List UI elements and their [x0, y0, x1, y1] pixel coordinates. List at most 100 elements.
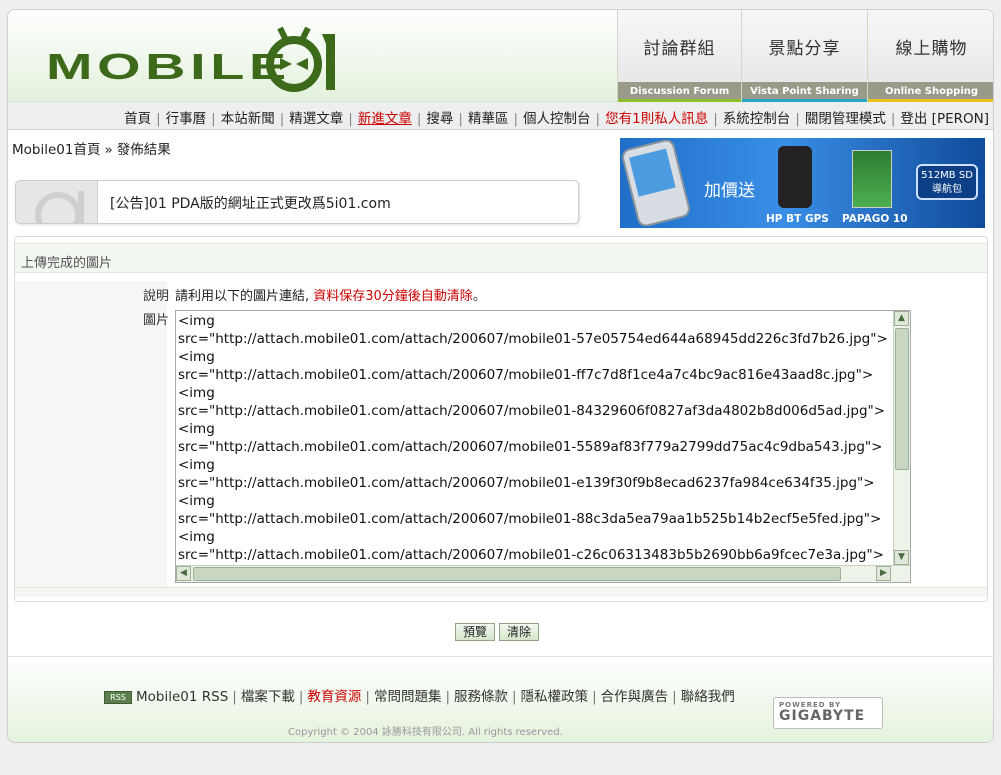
copyright-text: Copyright © 2004 詠勝科技有限公司. All rights re…: [288, 727, 563, 738]
footer-separator: |: [232, 689, 237, 705]
logo-text: MOBILE: [46, 46, 291, 87]
gigabyte-logo[interactable]: POWERED BY GIGABYTE: [773, 697, 883, 729]
gps-device-image: [778, 146, 812, 208]
textarea-line: src="http://attach.mobile01.com/attach/2…: [178, 403, 886, 419]
footer-separator: |: [592, 689, 597, 705]
preview-button[interactable]: 預覽: [455, 623, 496, 641]
menu-home[interactable]: 首頁: [124, 111, 151, 127]
menu-separator: |: [513, 111, 519, 127]
menu-separator: |: [890, 111, 896, 127]
tab-discussion-forum-label: 討論群組: [643, 39, 716, 59]
textarea-line: src="http://attach.mobile01.com/attach/2…: [178, 547, 884, 563]
textarea-line: <img: [178, 457, 215, 473]
textarea-content[interactable]: <img src="http://attach.mobile01.com/atta…: [176, 311, 894, 564]
footer-separator: |: [365, 689, 370, 705]
label-column: 說明 圖片: [15, 281, 169, 589]
scroll-right-icon[interactable]: ▶: [876, 566, 891, 581]
tab-online-shopping-label: 線上購物: [895, 39, 968, 59]
textarea-line: <img: [178, 529, 215, 545]
menu-separator: |: [595, 111, 601, 127]
image-links-textarea[interactable]: <img src="http://attach.mobile01.com/atta…: [175, 310, 911, 583]
textarea-line: <img: [178, 421, 215, 437]
menu-private-message[interactable]: 您有1則私人訊息: [605, 111, 708, 127]
menu-calendar[interactable]: 行事曆: [166, 111, 207, 127]
footer-separator: |: [672, 689, 677, 705]
menu-logout[interactable]: 登出 [PERON]: [900, 111, 989, 127]
textarea-line: src="http://attach.mobile01.com/attach/2…: [178, 511, 882, 527]
footer-privacy[interactable]: 隱私權政策: [521, 689, 589, 705]
horizontal-scroll-thumb[interactable]: [193, 567, 841, 581]
menu-system-panel[interactable]: 系統控制台: [723, 111, 791, 127]
breadcrumb-home[interactable]: Mobile01首頁: [12, 142, 100, 158]
panel-title: 上傳完成的圖片: [21, 256, 113, 271]
footer-rss[interactable]: Mobile01 RSS: [136, 689, 228, 705]
panel-footer: [15, 587, 987, 597]
textarea-line: src="http://attach.mobile01.com/attach/2…: [178, 331, 888, 347]
menu-news[interactable]: 本站新聞: [221, 111, 275, 127]
ad-papago-label: PAPAGO 10: [842, 213, 908, 225]
ad-gps-label: HP BT GPS: [766, 213, 829, 225]
breadcrumb-current: 發佈結果: [116, 142, 171, 158]
breadcrumb: Mobile01首頁» 發佈結果: [12, 138, 171, 158]
footer-ads[interactable]: 合作與廣告: [601, 689, 669, 705]
menu-separator: |: [416, 111, 422, 127]
menu-admin-mode[interactable]: 關閉管理模式: [805, 111, 886, 127]
menu-featured[interactable]: 精選文章: [289, 111, 343, 127]
scroll-down-icon[interactable]: ▼: [894, 550, 909, 565]
textarea-line: <img: [178, 493, 215, 509]
action-buttons: 預覽 清除: [455, 623, 543, 641]
gigabyte-text: GIGABYTE: [779, 708, 866, 724]
menu-new-posts[interactable]: 新進文章: [358, 111, 412, 127]
menu-search[interactable]: 搜尋: [426, 111, 453, 127]
footer-separator: |: [298, 689, 304, 705]
footer-faq[interactable]: 常問問題集: [374, 689, 442, 705]
textarea-line: <img: [178, 313, 215, 329]
horizontal-scrollbar[interactable]: ◀ ▶: [176, 565, 910, 582]
tab-discussion-forum[interactable]: 討論群組 Discussion Forum: [617, 10, 741, 102]
announcement-link[interactable]: [公告]01 PDA版的網址正式更改爲5i01.com: [110, 193, 391, 213]
footer-separator: |: [512, 689, 517, 705]
desc-warning: 資料保存30分鐘後自動清除: [313, 289, 473, 304]
menu-separator: |: [211, 111, 216, 127]
clear-button[interactable]: 清除: [499, 623, 540, 641]
scroll-left-icon[interactable]: ◀: [176, 566, 191, 581]
textarea-line: src="http://attach.mobile01.com/attach/2…: [178, 367, 874, 383]
vertical-scroll-thumb[interactable]: [895, 328, 909, 470]
desc-label: 說明: [142, 289, 169, 304]
papago-box-image: [852, 150, 892, 208]
ad-plus-text: 加價送: [704, 181, 755, 201]
footer-education[interactable]: 教育資源: [307, 689, 361, 705]
description-text: 請利用以下的圖片連結, 資料保存30分鐘後自動清除。: [175, 285, 486, 304]
footer-contact[interactable]: 聯絡我們: [681, 689, 735, 705]
logo-emblem-icon: [266, 26, 335, 92]
textarea-line: src="http://attach.mobile01.com/attach/2…: [178, 475, 875, 491]
breadcrumb-separator: »: [104, 142, 113, 158]
tab-online-shopping[interactable]: 線上購物 Online Shopping: [867, 10, 993, 102]
menu-separator: |: [795, 111, 800, 127]
textarea-line: src="http://attach.mobile01.com/attach/2…: [178, 439, 883, 455]
mobile01-logo[interactable]: MOBILE: [46, 26, 346, 92]
menu-separator: |: [279, 111, 285, 127]
textarea-line: <img: [178, 385, 215, 401]
menu-essence[interactable]: 精華區: [468, 111, 509, 127]
rss-icon: RSS: [104, 690, 132, 704]
tab-vista-point-sharing-label: 景點分享: [768, 39, 841, 59]
page: MOBILE 討論群組 Discussion Forum 景點分享 Vista …: [7, 9, 994, 743]
desc-text: 請利用以下的圖片連結,: [175, 289, 314, 304]
footer-terms[interactable]: 服務條款: [454, 689, 508, 705]
textarea-line: <img: [178, 349, 215, 365]
footer-download[interactable]: 檔案下載: [241, 689, 295, 705]
announcement-box: [公告]01 PDA版的網址正式更改爲5i01.com: [15, 180, 579, 224]
ad-banner[interactable]: 加價送 HP BT GPS PAPAGO 10 512MB SD 導航包: [620, 138, 985, 228]
desc-end: 。: [472, 289, 486, 304]
pda-image: [622, 140, 690, 226]
site-header: MOBILE 討論群組 Discussion Forum 景點分享 Vista …: [8, 10, 993, 102]
vertical-scrollbar[interactable]: ▲ ▼: [893, 311, 910, 565]
tab-vista-point-sharing[interactable]: 景點分享 Vista Point Sharing: [741, 10, 867, 102]
panel-header: 上傳完成的圖片: [15, 243, 987, 273]
scroll-up-icon[interactable]: ▲: [894, 311, 909, 326]
menu-control-panel[interactable]: 個人控制台: [523, 111, 591, 127]
menu-separator: |: [713, 111, 718, 127]
site-footer: RSS Mobile01 RSS | 檔案下載 | 教育資源 | 常問問題集 | 服務條款 | 隱私權…: [8, 656, 993, 742]
menu-separator: |: [156, 111, 161, 127]
